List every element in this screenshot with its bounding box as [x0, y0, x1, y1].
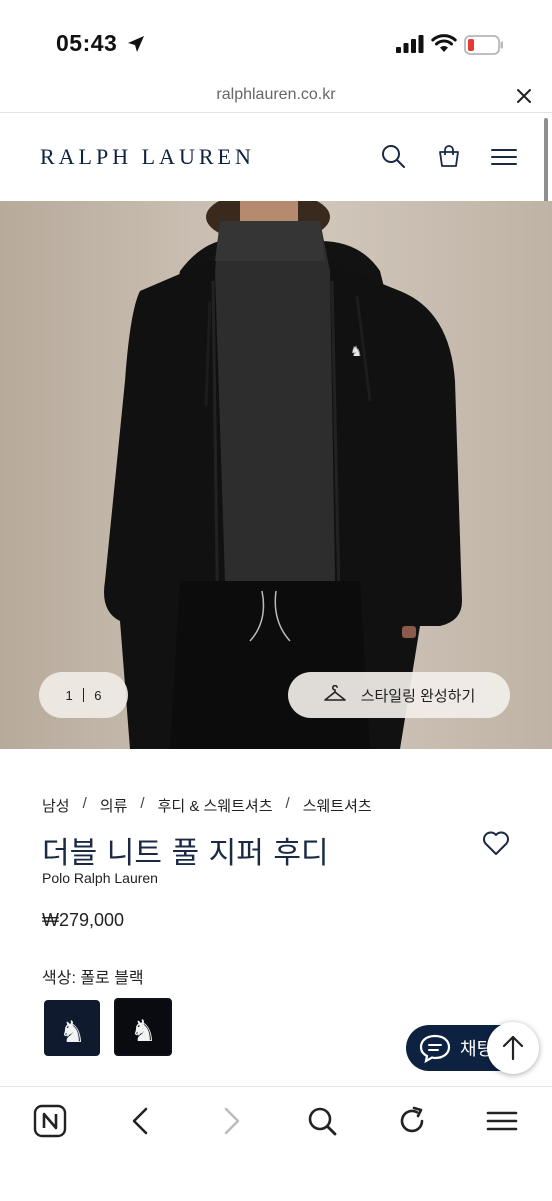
naver-home-icon[interactable]	[33, 1104, 67, 1138]
close-icon[interactable]	[515, 87, 533, 105]
battery-low-icon	[464, 35, 503, 55]
back-arrow-icon[interactable]	[124, 1104, 158, 1138]
product-title: 더블 니트 풀 지퍼 후디	[42, 836, 329, 871]
complete-styling-button[interactable]: 스타일링 완성하기	[288, 672, 510, 718]
hoodie-model-photo: ♞	[104, 201, 462, 749]
browser-toolbar	[0, 1086, 552, 1201]
arrow-up-icon	[502, 1035, 524, 1061]
scroll-to-top-button[interactable]	[487, 1022, 539, 1074]
wifi-icon	[431, 34, 457, 52]
color-swatch-navy[interactable]: ♞	[44, 1000, 100, 1056]
svg-text:♞: ♞	[350, 344, 363, 360]
breadcrumb-separator: /	[140, 795, 145, 812]
polo-pony-icon: ♞	[59, 1015, 86, 1050]
breadcrumb: 남성 / 의류 / 후디 & 스웨트셔츠 / 스웨트셔츠	[42, 795, 372, 816]
hanger-icon	[323, 685, 346, 701]
breadcrumb-item[interactable]: 후디 & 스웨트셔츠	[158, 795, 273, 816]
image-pager: 1 6	[39, 672, 128, 718]
svg-text:♞: ♞	[59, 1015, 86, 1050]
heart-icon[interactable]	[481, 829, 511, 857]
polo-pony-icon: ♞	[130, 1014, 157, 1049]
breadcrumb-item[interactable]: 의류	[100, 795, 128, 816]
hamburger-menu-icon[interactable]	[490, 146, 518, 168]
signal-icon	[396, 35, 424, 53]
breadcrumb-separator: /	[285, 795, 290, 812]
complete-styling-label: 스타일링 완성하기	[360, 687, 476, 705]
product-brand: Polo Ralph Lauren	[42, 870, 158, 886]
brand-logo[interactable]: RALPH LAUREN	[40, 144, 255, 170]
product-hero-image[interactable]: ♞	[0, 201, 552, 749]
chat-bubble-icon	[419, 1034, 451, 1063]
search-icon[interactable]	[305, 1104, 339, 1138]
pager-separator	[82, 688, 85, 702]
forward-arrow-icon	[224, 1107, 240, 1135]
product-price: ₩279,000	[42, 910, 125, 930]
refresh-icon[interactable]	[395, 1104, 429, 1138]
breadcrumb-item[interactable]: 스웨트셔츠	[303, 795, 372, 816]
menu-icon[interactable]	[485, 1104, 519, 1138]
search-icon[interactable]	[380, 143, 406, 169]
breadcrumb-separator: /	[82, 795, 87, 812]
status-time: 05:43	[56, 30, 118, 56]
page-scrollbar[interactable]	[544, 118, 548, 210]
pager-total: 6	[94, 687, 102, 703]
color-swatch-black-selected[interactable]: ♞	[114, 998, 172, 1056]
url-domain[interactable]: ralphlauren.co.kr	[0, 86, 552, 104]
breadcrumb-item[interactable]: 남성	[42, 795, 70, 816]
location-arrow-icon	[128, 36, 144, 52]
shopping-bag-icon[interactable]	[436, 143, 462, 169]
color-label: 색상: 폴로 블랙	[42, 970, 144, 987]
pager-current: 1	[65, 687, 73, 703]
svg-text:♞: ♞	[130, 1014, 157, 1049]
